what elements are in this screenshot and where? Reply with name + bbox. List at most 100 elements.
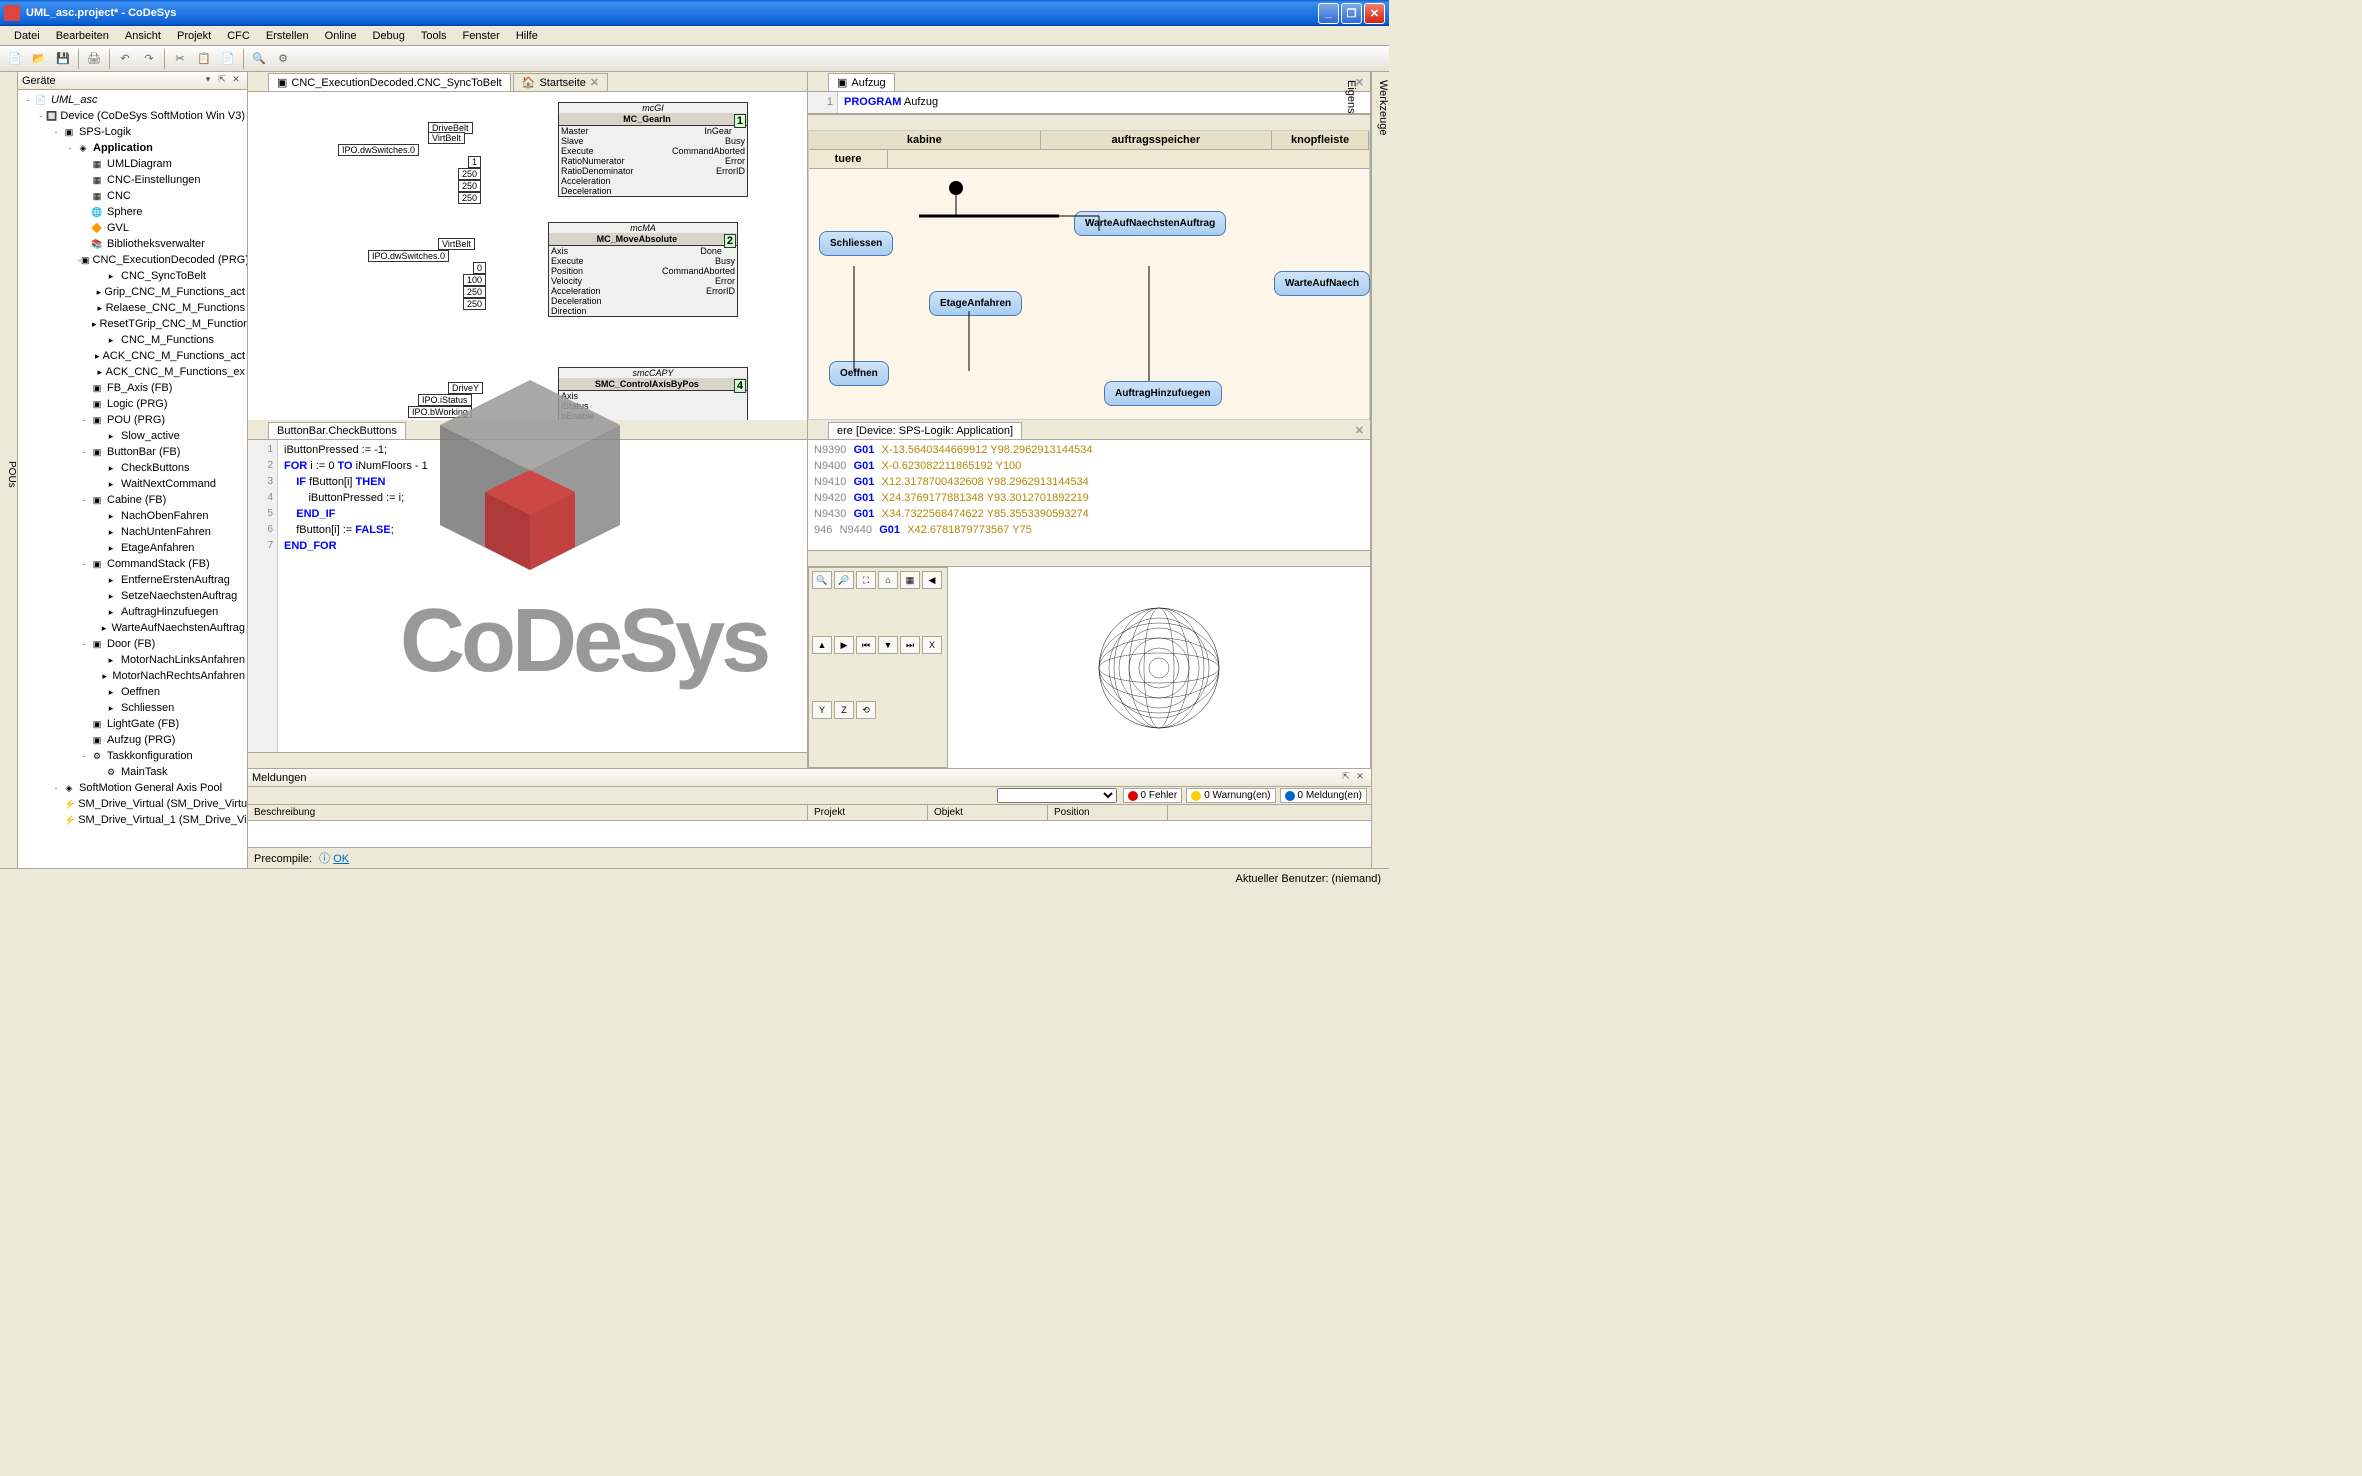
tree-item[interactable]: ⚙MainTask xyxy=(20,764,245,780)
state-box[interactable]: Schliessen xyxy=(819,231,893,256)
tree-item[interactable]: ▸Grip_CNC_M_Functions_act xyxy=(20,284,245,300)
arrow-left-icon[interactable]: ◀ xyxy=(922,571,942,589)
forward-icon[interactable]: ⏭ xyxy=(900,636,920,654)
device-tree[interactable]: -📄UML_asc-🔲Device (CoDeSys SoftMotion Wi… xyxy=(18,90,247,868)
tree-item[interactable]: ⚡SM_Drive_Virtual (SM_Drive_Virtual) xyxy=(20,796,245,812)
hscrollbar[interactable] xyxy=(808,550,1370,566)
pin-value[interactable]: 100 xyxy=(463,274,486,286)
home-icon[interactable]: ⌂ xyxy=(878,571,898,589)
menu-hilfe[interactable]: Hilfe xyxy=(508,28,546,44)
tree-item[interactable]: ▸Relaese_CNC_M_Functions xyxy=(20,300,245,316)
panel-close-icon[interactable]: ✕ xyxy=(229,74,243,88)
find-icon[interactable]: 🔍 xyxy=(248,48,270,70)
code-editor[interactable]: 1234567 iButtonPressed := -1; FOR i := 0… xyxy=(248,440,807,752)
tree-item[interactable]: ▸SetzeNaechstenAuftrag xyxy=(20,588,245,604)
tree-item[interactable]: -▣Cabine (FB) xyxy=(20,492,245,508)
message-badge[interactable]: 0 Warnung(en) xyxy=(1186,788,1275,803)
msg-col-header[interactable]: Beschreibung xyxy=(248,805,808,820)
tab-aufzug[interactable]: ▣ Aufzug xyxy=(828,73,895,91)
pin-value[interactable]: VirtBelt xyxy=(438,238,475,250)
gcode-viewer[interactable]: N9390 G01 X-13.5640344669912 Y98.2962913… xyxy=(808,440,1370,550)
tool-icon[interactable]: ⚙ xyxy=(272,48,294,70)
function-block[interactable]: mcMAMC_MoveAbsolute2AxisDoneExecuteBusyP… xyxy=(548,222,738,317)
msg-col-header[interactable]: Projekt xyxy=(808,805,928,820)
axis-x-icon[interactable]: X xyxy=(922,636,942,654)
paste-icon[interactable]: 📄 xyxy=(217,48,239,70)
close-button[interactable]: ✕ xyxy=(1364,3,1385,24)
message-badge[interactable]: 0 Fehler xyxy=(1123,788,1183,803)
menu-debug[interactable]: Debug xyxy=(364,28,412,44)
messages-filter[interactable] xyxy=(997,788,1117,803)
tree-item[interactable]: ▸CNC_SyncToBelt xyxy=(20,268,245,284)
menu-tools[interactable]: Tools xyxy=(413,28,455,44)
hscrollbar[interactable] xyxy=(808,114,1370,130)
pin-value[interactable]: 0 xyxy=(473,262,486,274)
panel-pin-icon[interactable]: ⇱ xyxy=(215,74,229,88)
messages-list[interactable] xyxy=(248,821,1371,847)
pin-value[interactable]: IPO.dwSwitches.0 xyxy=(368,250,449,262)
panel-dropdown-icon[interactable]: ▾ xyxy=(201,74,215,88)
menu-cfc[interactable]: CFC xyxy=(219,28,258,44)
tree-item[interactable]: ▸EntferneErstenAuftrag xyxy=(20,572,245,588)
cfc-diagram[interactable]: mcGIMC_GearIn1MasterInGearSlaveBusyExecu… xyxy=(248,92,807,420)
pin-value[interactable]: 250 xyxy=(458,180,481,192)
tree-item[interactable]: -🔲Device (CoDeSys SoftMotion Win V3) xyxy=(20,108,245,124)
tree-item[interactable]: ▸Slow_active xyxy=(20,428,245,444)
axis-z-icon[interactable]: Z xyxy=(834,701,854,719)
msg-col-header[interactable]: Objekt xyxy=(928,805,1048,820)
tree-item[interactable]: ▸ResetTGrip_CNC_M_Function xyxy=(20,316,245,332)
tree-item[interactable]: -◈Application xyxy=(20,140,245,156)
state-box[interactable]: EtageAnfahren xyxy=(929,291,1022,316)
state-box[interactable]: AuftragHinzufuegen xyxy=(1104,381,1222,406)
rotate-icon[interactable]: ⟲ xyxy=(856,701,876,719)
fit-icon[interactable]: ⛶ xyxy=(856,571,876,589)
pin-value[interactable]: 250 xyxy=(458,168,481,180)
tree-item[interactable]: ▸EtageAnfahren xyxy=(20,540,245,556)
menu-online[interactable]: Online xyxy=(317,28,365,44)
rewind-icon[interactable]: ⏮ xyxy=(856,636,876,654)
werkzeuge-tab[interactable]: Werkzeuge xyxy=(1377,80,1389,868)
tree-item[interactable]: ▸NachObenFahren xyxy=(20,508,245,524)
menu-bearbeiten[interactable]: Bearbeiten xyxy=(48,28,117,44)
tree-item[interactable]: ▸MotorNachRechtsAnfahren xyxy=(20,668,245,684)
down-icon[interactable]: ▼ xyxy=(878,636,898,654)
arrow-up-icon[interactable]: ▲ xyxy=(812,636,832,654)
tree-item[interactable]: ▣Logic (PRG) xyxy=(20,396,245,412)
tree-item[interactable]: ▸CNC_M_Functions xyxy=(20,332,245,348)
precompile-ok-link[interactable]: OK xyxy=(333,853,349,865)
tab-startseite[interactable]: 🏠 Startseite ✕ xyxy=(513,73,608,91)
msg-col-header[interactable]: Position xyxy=(1048,805,1168,820)
tree-item[interactable]: ⚡SM_Drive_Virtual_1 (SM_Drive_Virtual) xyxy=(20,812,245,828)
undo-icon[interactable]: ↶ xyxy=(114,48,136,70)
tree-item[interactable]: ▸WarteAufNaechstenAuftrag xyxy=(20,620,245,636)
tree-item[interactable]: -◈SoftMotion General Axis Pool xyxy=(20,780,245,796)
minimize-button[interactable]: _ xyxy=(1318,3,1339,24)
tree-item[interactable]: -▣ButtonBar (FB) xyxy=(20,444,245,460)
tab-checkbuttons[interactable]: ButtonBar.CheckButtons xyxy=(268,422,406,439)
tree-item[interactable]: ▦CNC xyxy=(20,188,245,204)
menu-projekt[interactable]: Projekt xyxy=(169,28,219,44)
pin-value[interactable]: 250 xyxy=(458,192,481,204)
pous-tab[interactable]: POUs xyxy=(0,72,18,868)
tree-item[interactable]: ▣FB_Axis (FB) xyxy=(20,380,245,396)
menu-datei[interactable]: Datei xyxy=(6,28,48,44)
menu-fenster[interactable]: Fenster xyxy=(455,28,508,44)
pin-value[interactable]: IPO.iStatus xyxy=(418,394,472,406)
tree-item[interactable]: 📚Bibliotheksverwalter xyxy=(20,236,245,252)
statechart-diagram[interactable]: kabine auftragsspeicher knopfleiste tuer… xyxy=(808,130,1370,420)
save-icon[interactable]: 💾 xyxy=(52,48,74,70)
tree-item[interactable]: ▸MotorNachLinksAnfahren xyxy=(20,652,245,668)
zoom-in-icon[interactable]: 🔍 xyxy=(812,571,832,589)
state-box[interactable]: WarteAufNaech xyxy=(1274,271,1370,296)
tree-item[interactable]: ▸NachUntenFahren xyxy=(20,524,245,540)
tree-item[interactable]: -▣CNC_ExecutionDecoded (PRG) xyxy=(20,252,245,268)
tree-item[interactable]: ▦CNC-Einstellungen xyxy=(20,172,245,188)
tab-close-icon[interactable]: ✕ xyxy=(590,76,599,89)
tree-item[interactable]: ▸ACK_CNC_M_Functions_act xyxy=(20,348,245,364)
grid-icon[interactable]: ▦ xyxy=(900,571,920,589)
tree-item[interactable]: -▣POU (PRG) xyxy=(20,412,245,428)
zoom-out-icon[interactable]: 🔎 xyxy=(834,571,854,589)
tree-item[interactable]: -📄UML_asc xyxy=(20,92,245,108)
maximize-button[interactable]: ❐ xyxy=(1341,3,1362,24)
axis-y-icon[interactable]: Y xyxy=(812,701,832,719)
